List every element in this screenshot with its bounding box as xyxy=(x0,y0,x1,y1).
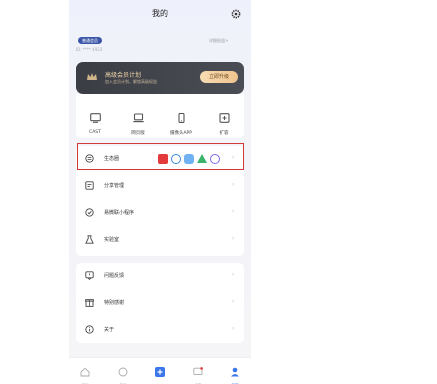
member-badge: 普通会员 xyxy=(78,37,102,44)
tab-message[interactable]: 消息 xyxy=(188,362,208,384)
scene-icon xyxy=(118,367,128,377)
secondary-menu-card: 问题反馈 › 特别感谢 › 关于 › xyxy=(76,263,244,343)
feedback-icon xyxy=(85,271,94,280)
quick-action-web[interactable]: 网页版 xyxy=(122,108,154,136)
bottom-tab-bar: 首页 场景 消息 xyxy=(69,357,251,384)
ecosystem-highlight-frame xyxy=(77,143,244,170)
menu-item-mini-program[interactable]: 易微联小程序 › xyxy=(76,200,244,226)
tv-icon xyxy=(89,113,101,123)
phone-icon xyxy=(177,112,185,124)
quick-action-label: 网页版 xyxy=(131,131,145,136)
chevron-right-icon: › xyxy=(232,208,235,215)
plus-icon xyxy=(155,367,165,377)
menu-item-label: 实验室 xyxy=(104,237,120,243)
menu-item-lab[interactable]: 实验室 › xyxy=(76,227,244,253)
premium-banner[interactable]: 高级会员计划 加入会员计划，解锁高级权益 立即升级 xyxy=(76,62,244,94)
quick-action-expand[interactable]: 扩容 xyxy=(208,108,240,136)
share-icon xyxy=(85,181,94,190)
menu-item-label: 问题反馈 xyxy=(104,273,125,279)
info-icon xyxy=(85,325,94,334)
menu-item-about[interactable]: 关于 › xyxy=(76,317,244,343)
tab-scene[interactable]: 场景 xyxy=(113,362,133,384)
banner-subtitle: 加入会员计划，解锁高级权益 xyxy=(105,79,157,84)
tab-home[interactable]: 首页 xyxy=(75,362,95,384)
chevron-right-icon: › xyxy=(232,325,235,332)
upgrade-button[interactable]: 立即升级 xyxy=(200,71,238,83)
menu-item-label: 分享管理 xyxy=(104,183,125,189)
banner-title: 高级会员计划 xyxy=(105,72,142,79)
profile-icon xyxy=(231,367,239,377)
menu-item-label: 关于 xyxy=(104,327,115,333)
menu-item-feedback[interactable]: 问题反馈 › xyxy=(76,263,244,289)
quick-action-label: 摄像头APP xyxy=(169,131,192,136)
page-title: 我的 xyxy=(152,9,168,18)
quick-action-camera-app[interactable]: 摄像头APP xyxy=(165,108,197,136)
message-icon xyxy=(193,367,203,376)
detail-link[interactable]: 详细权益> xyxy=(209,38,228,44)
tab-profile[interactable]: 我的 xyxy=(225,362,245,384)
chevron-right-icon: › xyxy=(232,271,235,278)
home-icon xyxy=(80,367,90,377)
crown-icon xyxy=(87,73,97,80)
chevron-right-icon: › xyxy=(232,298,235,305)
gift-icon xyxy=(85,299,94,307)
quick-action-label: 扩容 xyxy=(219,131,229,136)
app-screen: 我的 普通会员 ID: **** 4923 详细权益> 高级会员计划 加入会员计… xyxy=(69,0,251,384)
tab-add[interactable] xyxy=(150,362,170,383)
menu-item-share[interactable]: 分享管理 › xyxy=(76,173,244,199)
member-id: ID: **** 4923 xyxy=(76,47,103,52)
laptop-icon xyxy=(132,113,144,123)
menu-item-thanks[interactable]: 特别感谢 › xyxy=(76,290,244,316)
expand-icon xyxy=(218,113,230,123)
menu-item-label: 易微联小程序 xyxy=(104,210,135,216)
mini-program-icon xyxy=(85,208,94,217)
quick-action-cast[interactable]: CAST xyxy=(79,108,111,135)
chevron-right-icon: › xyxy=(232,181,235,188)
menu-item-label: 特别感谢 xyxy=(104,300,125,306)
flask-icon xyxy=(85,235,94,244)
quick-action-label: CAST xyxy=(89,130,101,135)
gear-icon[interactable] xyxy=(231,9,241,19)
quick-actions-card: CAST 网页版 摄像头APP 扩容 xyxy=(76,94,244,138)
chevron-right-icon: › xyxy=(232,235,235,242)
